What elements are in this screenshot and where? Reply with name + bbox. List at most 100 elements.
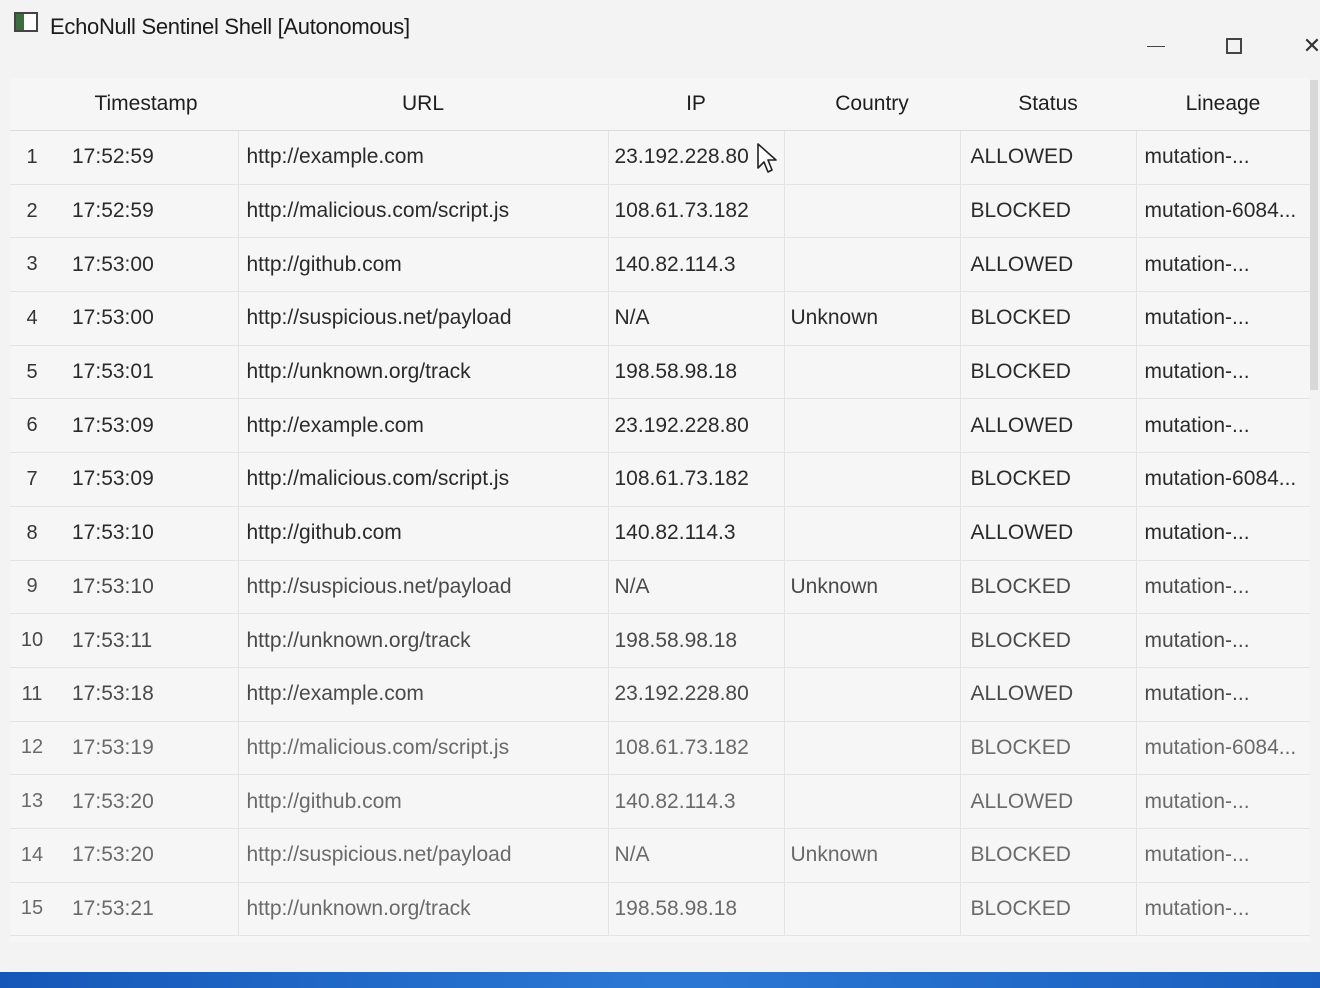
status-cell[interactable]: BLOCKED <box>959 828 1136 883</box>
country-cell[interactable] <box>783 184 960 239</box>
country-cell[interactable] <box>783 452 960 507</box>
url-cell[interactable]: http://suspicious.net/payload <box>237 560 608 615</box>
country-cell[interactable]: Unknown <box>783 291 960 346</box>
table-row[interactable]: 10 17:53:11 http://unknown.org/track 198.58… <box>10 613 1310 668</box>
lineage-cell[interactable]: mutation-... <box>1135 667 1310 722</box>
country-cell[interactable] <box>783 345 960 400</box>
status-cell[interactable]: ALLOWED <box>959 667 1136 722</box>
url-cell[interactable]: http://suspicious.net/payload <box>237 828 608 883</box>
ip-cell[interactable]: 108.61.73.182 <box>607 452 784 507</box>
maximize-button[interactable] <box>1214 28 1254 64</box>
ip-cell[interactable]: 140.82.114.3 <box>607 237 784 293</box>
lineage-cell[interactable]: mutation-... <box>1135 774 1310 829</box>
lineage-cell[interactable]: mutation-... <box>1135 828 1310 883</box>
status-cell[interactable]: ALLOWED <box>959 130 1136 185</box>
url-cell[interactable]: http://example.com <box>237 667 608 722</box>
ip-cell[interactable]: N/A <box>607 828 784 883</box>
lineage-cell[interactable]: mutation-... <box>1135 506 1310 561</box>
minimize-button[interactable] <box>1136 28 1176 64</box>
column-header-timestamp[interactable]: Timestamp <box>54 78 238 131</box>
country-cell[interactable] <box>783 721 960 776</box>
ip-cell[interactable]: N/A <box>607 560 784 615</box>
url-cell[interactable]: http://unknown.org/track <box>237 345 608 400</box>
table-row[interactable]: 2 17:52:59 http://malicious.com/script.js 1… <box>10 184 1310 239</box>
url-cell[interactable]: http://unknown.org/track <box>237 613 608 668</box>
status-cell[interactable]: ALLOWED <box>959 506 1136 561</box>
table-row[interactable]: 14 17:53:20 http://suspicious.net/payload N… <box>10 828 1310 883</box>
table-row[interactable]: 1 17:52:59 http://example.com 23.192.228.80… <box>10 130 1310 185</box>
status-cell[interactable]: BLOCKED <box>959 721 1136 776</box>
table-row[interactable]: 9 17:53:10 http://suspicious.net/payload N/… <box>10 560 1310 615</box>
country-cell[interactable] <box>783 130 960 185</box>
table-row[interactable]: 3 17:53:00 http://github.com 140.82.114.3 AL… <box>10 237 1310 293</box>
country-cell[interactable] <box>783 398 960 454</box>
url-cell[interactable]: http://unknown.org/track <box>237 882 608 937</box>
country-cell[interactable] <box>783 506 960 561</box>
vertical-scrollbar[interactable] <box>1310 80 1318 390</box>
table-row[interactable]: 6 17:53:09 http://example.com 23.192.228.80… <box>10 398 1310 454</box>
status-cell[interactable]: BLOCKED <box>959 345 1136 400</box>
lineage-cell[interactable]: mutation-6084... <box>1135 721 1310 776</box>
lineage-cell[interactable]: mutation-... <box>1135 398 1310 454</box>
close-button[interactable]: ✕ <box>1292 28 1320 64</box>
status-cell[interactable]: BLOCKED <box>959 882 1136 937</box>
table-row[interactable]: 15 17:53:21 http://unknown.org/track 198.58… <box>10 882 1310 937</box>
title-bar[interactable]: EchoNull Sentinel Shell [Autonomous] ✕ <box>0 0 1320 72</box>
country-cell[interactable] <box>783 613 960 668</box>
status-cell[interactable]: BLOCKED <box>959 184 1136 239</box>
column-header-ip[interactable]: IP <box>608 78 784 131</box>
ip-cell[interactable]: 23.192.228.80 <box>607 667 784 722</box>
column-header-status[interactable]: Status <box>960 78 1136 131</box>
lineage-cell[interactable]: mutation-... <box>1135 882 1310 937</box>
url-cell[interactable]: http://github.com <box>237 506 608 561</box>
lineage-cell[interactable]: mutation-... <box>1135 613 1310 668</box>
status-cell[interactable]: BLOCKED <box>959 613 1136 668</box>
lineage-cell[interactable]: mutation-... <box>1135 560 1310 615</box>
ip-cell[interactable]: 198.58.98.18 <box>607 613 784 668</box>
ip-cell[interactable]: 140.82.114.3 <box>607 774 784 829</box>
url-cell[interactable]: http://malicious.com/script.js <box>237 184 608 239</box>
ip-cell[interactable]: 198.58.98.18 <box>607 882 784 937</box>
status-cell[interactable]: BLOCKED <box>959 560 1136 615</box>
status-cell[interactable]: ALLOWED <box>959 398 1136 454</box>
lineage-cell[interactable]: mutation-... <box>1135 237 1310 293</box>
lineage-cell[interactable]: mutation-6084... <box>1135 452 1310 507</box>
table-row[interactable]: 11 17:53:18 http://example.com 23.192.228.8… <box>10 667 1310 722</box>
table-row[interactable]: 7 17:53:09 http://malicious.com/script.js 1… <box>10 452 1310 507</box>
ip-cell[interactable]: 23.192.228.80 <box>607 398 784 454</box>
table-row[interactable]: 13 17:53:20 http://github.com 140.82.114.3 A… <box>10 774 1310 829</box>
url-cell[interactable]: http://example.com <box>237 398 608 454</box>
ip-cell[interactable]: 108.61.73.182 <box>607 721 784 776</box>
lineage-cell[interactable]: mutation-... <box>1135 345 1310 400</box>
status-cell[interactable]: ALLOWED <box>959 237 1136 293</box>
country-cell[interactable] <box>783 667 960 722</box>
url-cell[interactable]: http://github.com <box>237 237 608 293</box>
ip-cell[interactable]: N/A <box>607 291 784 346</box>
column-header-country[interactable]: Country <box>784 78 960 131</box>
status-cell[interactable]: BLOCKED <box>959 291 1136 346</box>
ip-cell[interactable]: 140.82.114.3 <box>607 506 784 561</box>
country-cell[interactable] <box>783 774 960 829</box>
url-cell[interactable]: http://example.com <box>237 130 608 185</box>
status-cell[interactable]: BLOCKED <box>959 452 1136 507</box>
table-row[interactable]: 8 17:53:10 http://github.com 140.82.114.3 AL… <box>10 506 1310 561</box>
column-header-lineage[interactable]: Lineage <box>1136 78 1310 131</box>
column-header-url[interactable]: URL <box>238 78 608 131</box>
table-row[interactable]: 12 17:53:19 http://malicious.com/script.js… <box>10 721 1310 776</box>
country-cell[interactable] <box>783 237 960 293</box>
ip-cell[interactable]: 108.61.73.182 <box>607 184 784 239</box>
lineage-cell[interactable]: mutation-... <box>1135 291 1310 346</box>
ip-cell[interactable]: 198.58.98.18 <box>607 345 784 400</box>
url-cell[interactable]: http://github.com <box>237 774 608 829</box>
table-row[interactable]: 4 17:53:00 http://suspicious.net/payload N/… <box>10 291 1310 346</box>
country-cell[interactable] <box>783 882 960 937</box>
url-cell[interactable]: http://malicious.com/script.js <box>237 452 608 507</box>
table-row[interactable]: 5 17:53:01 http://unknown.org/track 198.58.… <box>10 345 1310 400</box>
country-cell[interactable]: Unknown <box>783 560 960 615</box>
country-cell[interactable]: Unknown <box>783 828 960 883</box>
status-cell[interactable]: ALLOWED <box>959 774 1136 829</box>
lineage-cell[interactable]: mutation-6084... <box>1135 184 1310 239</box>
lineage-cell[interactable]: mutation-... <box>1135 130 1310 185</box>
url-cell[interactable]: http://suspicious.net/payload <box>237 291 608 346</box>
url-cell[interactable]: http://malicious.com/script.js <box>237 721 608 776</box>
